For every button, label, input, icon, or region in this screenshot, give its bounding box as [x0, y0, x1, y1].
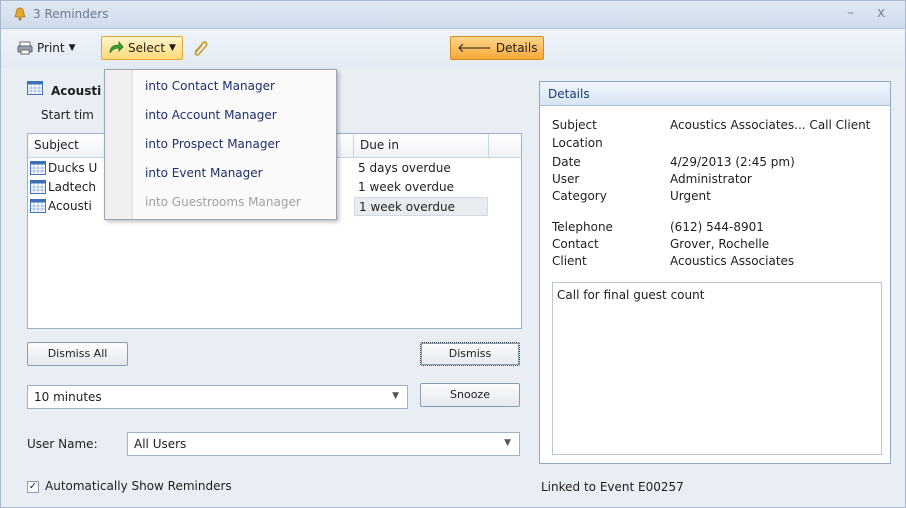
- notes-textarea[interactable]: Call for final guest count: [552, 282, 882, 455]
- detail-value-client: Acoustics Associates: [670, 254, 795, 268]
- chevron-down-icon: ▼: [68, 43, 76, 53]
- select-dropdown-menu: into Contact Manager into Account Manage…: [104, 69, 337, 220]
- detail-value-contact: Grover, Rochelle: [670, 237, 770, 251]
- row-due: 1 week overdue: [358, 180, 454, 194]
- chevron-down-icon: ▼: [504, 438, 511, 448]
- details-toggle-button[interactable]: 🡐 Details: [450, 36, 545, 60]
- detail-key-user: User: [552, 172, 580, 186]
- detail-value-date: 4/29/2013 (2:45 pm): [670, 155, 795, 169]
- calendar-icon: [30, 161, 46, 175]
- calendar-icon: [27, 81, 43, 95]
- detail-value-telephone: (612) 544-8901: [670, 220, 764, 234]
- column-due-in[interactable]: Due in: [360, 138, 399, 152]
- menu-item-account-manager[interactable]: into Account Manager: [134, 102, 336, 130]
- details-panel: Details Subject Acoustics Associates... …: [539, 81, 891, 464]
- select-label: Select: [128, 41, 166, 55]
- user-name-label: User Name:: [27, 437, 98, 451]
- reminders-window: 3 Reminders – x Print ▼ Select ▼ 🡐 Detai…: [0, 0, 906, 508]
- left-arrow-icon: 🡐: [457, 41, 492, 56]
- snooze-duration-value: 10 minutes: [34, 390, 102, 404]
- detail-key-category: Category: [552, 189, 607, 203]
- print-button[interactable]: Print ▼: [11, 36, 82, 60]
- dismiss-all-button[interactable]: Dismiss All: [27, 342, 128, 366]
- dismiss-button[interactable]: Dismiss: [420, 342, 520, 366]
- close-button[interactable]: x: [877, 5, 885, 21]
- linked-record-label: Linked to Event E00257: [541, 480, 684, 494]
- detail-value-user: Administrator: [670, 172, 752, 186]
- auto-show-checkbox[interactable]: ✓: [27, 481, 39, 493]
- snooze-button[interactable]: Snooze: [420, 383, 520, 407]
- reminder-title: Acousti: [51, 84, 102, 98]
- detail-key-location: Location: [552, 136, 603, 150]
- select-button[interactable]: Select ▼: [101, 36, 183, 60]
- paperclip-icon: [194, 41, 208, 56]
- print-label: Print: [37, 41, 65, 55]
- menu-item-guestrooms-manager: into Guestrooms Manager: [145, 195, 301, 209]
- user-name-select[interactable]: All Users ▼: [127, 432, 520, 456]
- row-subject: Ducks U: [48, 161, 98, 175]
- row-due: 1 week overdue: [359, 200, 455, 214]
- row-due: 5 days overdue: [358, 161, 451, 175]
- minimize-button[interactable]: –: [847, 5, 854, 21]
- printer-icon: [17, 41, 33, 55]
- details-header: Details: [540, 82, 890, 106]
- detail-value-category: Urgent: [670, 189, 711, 203]
- row-subject: Ladtech: [48, 180, 96, 194]
- chevron-down-icon: ▼: [392, 391, 399, 401]
- row-subject: Acousti: [48, 199, 92, 213]
- detail-key-client: Client: [552, 254, 587, 268]
- toolbar: Print ▼ Select ▼ 🡐 Details: [1, 30, 905, 68]
- snooze-duration-select[interactable]: 10 minutes ▼: [27, 385, 408, 409]
- auto-show-label[interactable]: Automatically Show Reminders: [45, 479, 232, 493]
- bell-icon: [14, 7, 26, 21]
- window-title: 3 Reminders: [33, 7, 109, 21]
- detail-key-date: Date: [552, 155, 581, 169]
- menu-item-event-manager[interactable]: into Event Manager: [134, 160, 336, 188]
- calendar-icon: [30, 199, 46, 213]
- menu-gutter: [105, 70, 133, 219]
- details-label: Details: [495, 41, 538, 55]
- detail-key-subject: Subject: [552, 118, 597, 132]
- chevron-down-icon: ▼: [169, 43, 176, 53]
- calendar-icon: [30, 180, 46, 194]
- detail-value-subject: Acoustics Associates... Call Client: [670, 118, 871, 132]
- link-button[interactable]: [185, 36, 215, 60]
- menu-item-contact-manager[interactable]: into Contact Manager: [134, 73, 336, 101]
- column-divider: [488, 134, 489, 157]
- title-bar: 3 Reminders – x: [1, 1, 905, 29]
- menu-item-prospect-manager[interactable]: into Prospect Manager: [134, 131, 336, 159]
- user-name-value: All Users: [134, 437, 187, 451]
- reminder-start-time: Start tim: [41, 108, 94, 122]
- detail-key-contact: Contact: [552, 237, 599, 251]
- column-divider: [353, 134, 354, 157]
- column-subject[interactable]: Subject: [34, 138, 79, 152]
- forward-arrow-icon: [109, 41, 124, 54]
- detail-key-telephone: Telephone: [552, 220, 613, 234]
